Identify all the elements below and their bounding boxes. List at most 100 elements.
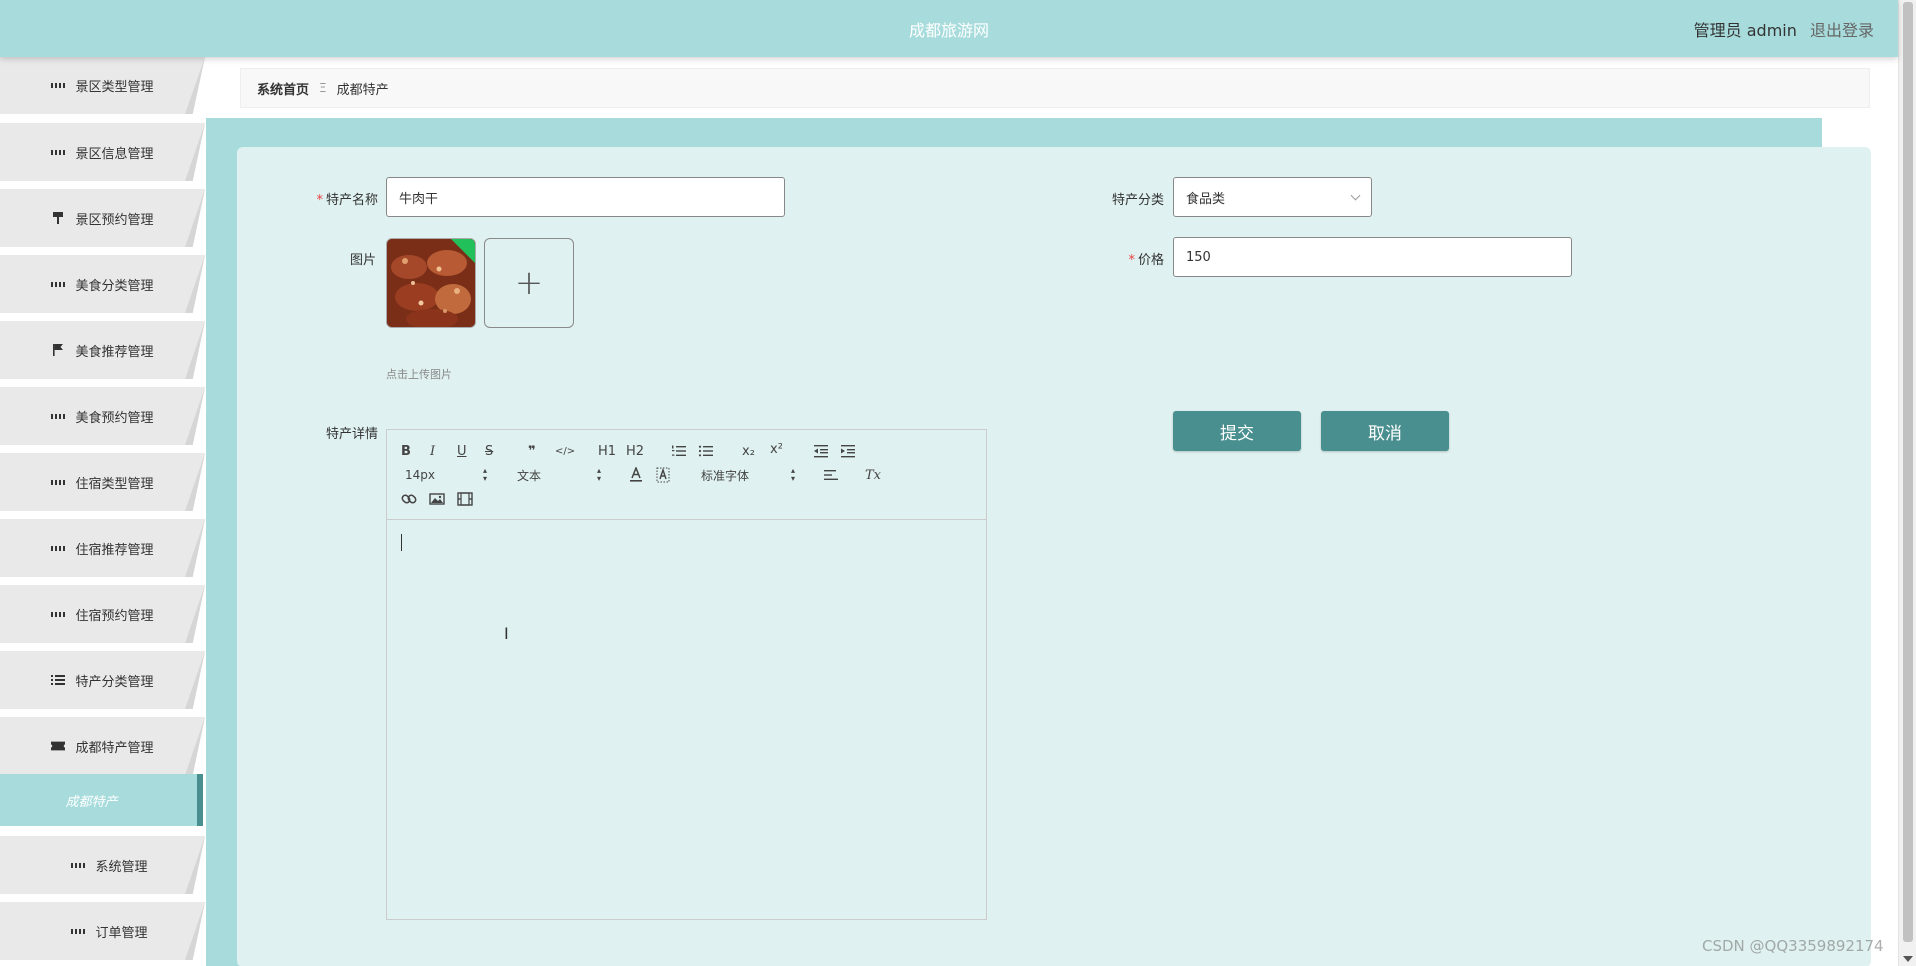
detail-label: 特产详情	[325, 427, 378, 442]
grid-icon	[51, 409, 66, 423]
text-cursor-icon: I	[504, 624, 509, 643]
font-size-select[interactable]: 14px ▴ ▾	[405, 466, 487, 484]
font-family-value: 标准字体	[701, 468, 750, 483]
category-label: 特产分类	[1111, 193, 1164, 208]
pin-icon	[51, 211, 65, 225]
sidebar-item-specialty-category[interactable]: 特产分类管理	[0, 651, 205, 709]
sidebar-item-lodging-booking[interactable]: 住宿预约管理	[0, 585, 205, 643]
text-style-value: 文本	[517, 468, 542, 483]
sidebar-item-label: 景区预约管理	[75, 212, 154, 228]
user-area: 管理员 admin 退出登录	[1694, 17, 1874, 41]
list-icon	[51, 673, 66, 687]
name-label-text: 特产名称	[325, 193, 378, 208]
sidebar-item-label: 成都特产管理	[75, 740, 154, 756]
sidebar-item-scenic-booking[interactable]: 景区预约管理	[0, 189, 205, 247]
text-caret	[401, 534, 402, 551]
sidebar-item-label: 美食分类管理	[75, 278, 154, 294]
sidebar-item-label: 成都特产	[65, 794, 118, 810]
price-label-text: 价格	[1137, 253, 1164, 268]
grid-icon	[51, 79, 66, 93]
font-family-select[interactable]: 标准字体 ▴ ▾	[701, 466, 795, 484]
sidebar-item-orders[interactable]: 订单管理	[0, 902, 205, 960]
uploaded-image[interactable]	[386, 238, 476, 328]
text-color-icon[interactable]	[629, 466, 643, 484]
grid-icon	[51, 607, 66, 621]
submit-button[interactable]: 提交	[1173, 411, 1301, 451]
font-size-value: 14px	[405, 468, 435, 482]
chevron-down-icon	[1350, 190, 1361, 201]
strike-button[interactable]: S	[485, 442, 493, 460]
background-color-icon[interactable]	[656, 466, 670, 484]
indent-icon[interactable]	[840, 442, 856, 460]
price-input[interactable]: 150	[1173, 237, 1572, 277]
site-title: 成都旅游网	[908, 21, 989, 40]
category-value: 食品类	[1186, 191, 1226, 207]
subscript-button[interactable]: x₂	[742, 442, 755, 460]
video-icon[interactable]	[457, 490, 473, 508]
superscript-button[interactable]: x²	[770, 440, 783, 458]
underline-button[interactable]: U	[457, 442, 467, 460]
top-header: 成都旅游网 管理员 admin 退出登录	[0, 0, 1898, 57]
grid-icon	[71, 924, 86, 938]
grid-icon	[51, 145, 66, 159]
user-label: 管理员 admin	[1693, 21, 1797, 40]
select-arrows-icon: ▴ ▾	[596, 466, 601, 483]
name-input[interactable]: 牛肉干	[386, 177, 785, 217]
align-icon[interactable]	[823, 466, 839, 484]
sidebar-item-food-booking[interactable]: 美食预约管理	[0, 387, 205, 445]
h1-button[interactable]: H1	[598, 442, 616, 460]
required-mark: *	[1128, 253, 1135, 268]
flag-icon	[51, 343, 65, 357]
image-icon[interactable]	[429, 490, 445, 508]
scrollbar-thumb[interactable]	[1903, 2, 1913, 942]
sidebar-item-label: 系统管理	[95, 859, 148, 875]
sidebar-item-specialty[interactable]: 成都特产	[0, 774, 203, 826]
link-icon[interactable]	[401, 490, 417, 508]
grid-icon	[71, 858, 86, 872]
rich-text-editor[interactable]: B I U S ❞ </> H1 H2 x₂ x² 14px ▴ ▾ 文本 ▴ ▾	[386, 429, 987, 920]
sidebar-item-label: 美食推荐管理	[75, 344, 154, 360]
sidebar-item-label: 景区信息管理	[75, 146, 154, 162]
grid-icon	[51, 541, 66, 555]
sidebar-item-specialty-manage[interactable]: 成都特产管理	[0, 717, 205, 775]
category-select[interactable]: 食品类	[1173, 177, 1372, 217]
sidebar-item-label: 住宿推荐管理	[75, 542, 154, 558]
bullet-list-icon[interactable]	[698, 442, 714, 460]
cancel-button[interactable]: 取消	[1321, 411, 1449, 451]
h2-button[interactable]: H2	[626, 442, 644, 460]
quote-button[interactable]: ❞	[528, 442, 536, 460]
italic-button[interactable]: I	[430, 442, 435, 460]
bold-button[interactable]: B	[401, 442, 411, 460]
sidebar-item-label: 订单管理	[95, 925, 148, 941]
grid-icon	[51, 475, 66, 489]
breadcrumb: 系统首页 Ξ 成都特产	[240, 68, 1870, 108]
sidebar-item-scenic-type[interactable]: 景区类型管理	[0, 57, 205, 114]
sidebar-item-system[interactable]: 系统管理	[0, 836, 205, 894]
sidebar-item-scenic-info[interactable]: 景区信息管理	[0, 123, 205, 181]
select-arrows-icon: ▴ ▾	[482, 466, 487, 483]
code-button[interactable]: </>	[555, 442, 575, 460]
clear-format-button[interactable]: Tx	[865, 466, 881, 484]
sidebar-item-lodging-recommend[interactable]: 住宿推荐管理	[0, 519, 205, 577]
ordered-list-icon[interactable]	[671, 442, 687, 460]
scroll-down-arrow-icon[interactable]	[1903, 956, 1913, 962]
outdent-icon[interactable]	[813, 442, 829, 460]
text-style-select[interactable]: 文本 ▴ ▾	[517, 466, 601, 484]
sidebar-item-label: 住宿类型管理	[75, 476, 154, 492]
sidebar-item-lodging-type[interactable]: 住宿类型管理	[0, 453, 205, 511]
page-scrollbar[interactable]	[1898, 0, 1916, 966]
add-image-button[interactable]: +	[484, 238, 574, 328]
breadcrumb-separator-icon: Ξ	[319, 81, 327, 95]
grid-icon	[51, 277, 66, 291]
select-arrows-icon: ▴ ▾	[790, 466, 795, 483]
sidebar-item-label: 景区类型管理	[75, 80, 154, 95]
sidebar-item-food-category[interactable]: 美食分类管理	[0, 255, 205, 313]
upload-hint: 点击上传图片	[386, 368, 452, 381]
sidebar: 景区类型管理 景区信息管理 景区预约管理 美食分类管理 美食推荐管理 美食预约管…	[0, 57, 206, 966]
breadcrumb-current: 成都特产	[336, 82, 389, 98]
breadcrumb-home[interactable]: 系统首页	[257, 79, 309, 98]
sidebar-item-food-recommend[interactable]: 美食推荐管理	[0, 321, 205, 379]
price-label: * 价格	[1120, 249, 1164, 268]
logout-link[interactable]: 退出登录	[1810, 21, 1874, 40]
required-mark: *	[316, 193, 323, 208]
